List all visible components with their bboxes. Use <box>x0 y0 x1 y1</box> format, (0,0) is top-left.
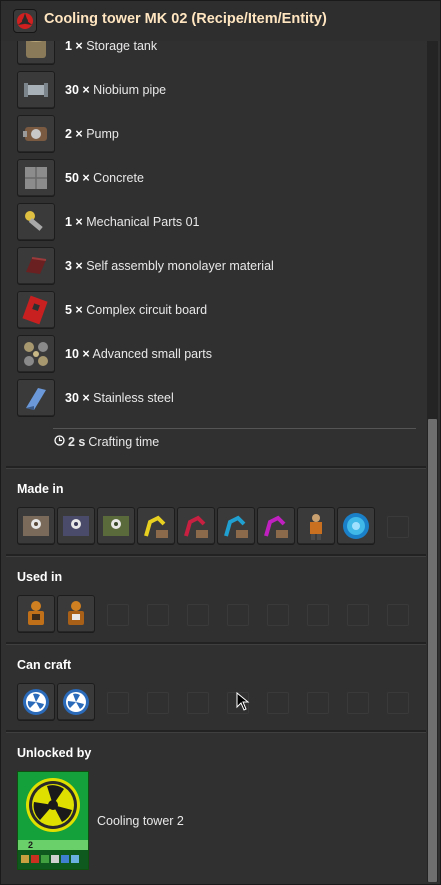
ingredient-row[interactable]: 10 × Advanced small parts <box>17 335 417 375</box>
empty-slot <box>347 604 369 626</box>
robot-arm-purple-icon[interactable] <box>257 507 295 545</box>
can-craft-title: Can craft <box>17 658 72 672</box>
recipe-window: Cooling tower MK 02 (Recipe/Item/Entity)… <box>0 0 441 885</box>
section-divider <box>6 730 426 733</box>
ingredient-row[interactable]: 3 × Self assembly monolayer material <box>17 247 417 287</box>
title-bar[interactable]: Cooling tower MK 02 (Recipe/Item/Entity) <box>1 1 440 41</box>
small-parts-icon <box>17 335 55 373</box>
separator <box>53 428 416 429</box>
empty-slot <box>267 692 289 714</box>
ingredient-count: 3 × <box>65 259 83 273</box>
cooling-fan-technology-icon <box>18 772 88 869</box>
ingredient-name: Self assembly monolayer material <box>86 259 274 273</box>
mechanical-parts-icon <box>17 203 55 241</box>
cooling-tower-icon <box>13 9 37 33</box>
ingredient-count: 1 × <box>65 215 83 229</box>
empty-slot <box>267 604 289 626</box>
ingredient-name: Concrete <box>93 171 144 185</box>
empty-slot <box>387 516 409 538</box>
ingredient-row[interactable]: 1 × Storage tank <box>17 41 417 67</box>
ingredient-row[interactable]: 50 × Concrete <box>17 159 417 199</box>
fan-icon[interactable] <box>17 683 55 721</box>
circuit-board-icon <box>17 291 55 329</box>
empty-slot <box>347 692 369 714</box>
used-in-title: Used in <box>17 570 63 584</box>
ingredient-count: 5 × <box>65 303 83 317</box>
empty-slot <box>147 692 169 714</box>
technology-level: 2 <box>28 840 34 850</box>
ingredient-name: Mechanical Parts 01 <box>86 215 200 229</box>
unlocked-by-title: Unlocked by <box>17 746 92 760</box>
empty-slot <box>147 604 169 626</box>
ingredient-row[interactable]: 30 × Niobium pipe <box>17 71 417 111</box>
ingredient-name: Stainless steel <box>93 391 174 405</box>
assembler-1-icon[interactable] <box>17 507 55 545</box>
clock-icon <box>54 435 65 449</box>
empty-slot <box>387 692 409 714</box>
crafting-time-value: 2 s <box>68 435 86 449</box>
pump-icon <box>17 115 55 153</box>
ingredient-name: Storage tank <box>86 41 158 53</box>
robot-arm-yellow-icon[interactable] <box>137 507 175 545</box>
empty-slot <box>387 604 409 626</box>
scrollbar-thumb[interactable] <box>428 419 437 882</box>
stainless-steel-icon <box>17 379 55 417</box>
niobium-pipe-icon <box>17 71 55 109</box>
ingredient-count: 1 × <box>65 41 83 53</box>
ingredient-row[interactable]: 1 × Mechanical Parts 01 <box>17 203 417 243</box>
concrete-icon <box>17 159 55 197</box>
empty-slot <box>307 692 329 714</box>
ingredient-name: Niobium pipe <box>93 83 167 97</box>
ingredient-count: 10 × <box>65 347 90 361</box>
assembler-2-icon[interactable] <box>57 507 95 545</box>
empty-slot <box>187 692 209 714</box>
section-divider <box>6 554 426 557</box>
robot-arm-red-icon[interactable] <box>177 507 215 545</box>
crafting-time-label: Crafting time <box>88 435 160 449</box>
armor-suit-2-icon[interactable] <box>57 595 95 633</box>
character-icon[interactable] <box>297 507 335 545</box>
storage-tank-icon <box>17 41 55 65</box>
armor-suit-icon[interactable] <box>17 595 55 633</box>
assembler-3-icon[interactable] <box>97 507 135 545</box>
robot-arm-blue-icon[interactable] <box>217 507 255 545</box>
mouse-cursor-icon <box>236 692 250 711</box>
empty-slot <box>307 604 329 626</box>
window-title: Cooling tower MK 02 (Recipe/Item/Entity) <box>44 11 327 27</box>
fan-icon[interactable] <box>57 683 95 721</box>
ingredient-name: Advanced small parts <box>92 347 212 361</box>
ingredient-row[interactable]: 5 × Complex circuit board <box>17 291 417 331</box>
ingredient-count: 30 × <box>65 391 90 405</box>
empty-slot <box>107 692 129 714</box>
ingredient-name: Pump <box>86 127 119 141</box>
ingredient-row[interactable]: 2 × Pump <box>17 115 417 155</box>
empty-slot <box>227 604 249 626</box>
technology-name: Cooling tower 2 <box>97 814 184 828</box>
portal-icon[interactable] <box>337 507 375 545</box>
made-in-title: Made in <box>17 482 64 496</box>
empty-slot <box>107 604 129 626</box>
ingredient-name: Complex circuit board <box>86 303 208 317</box>
empty-slot <box>187 604 209 626</box>
ingredient-count: 30 × <box>65 83 90 97</box>
ingredient-count: 2 × <box>65 127 83 141</box>
ingredient-row[interactable]: 30 × Stainless steel <box>17 379 417 419</box>
section-divider <box>6 642 426 645</box>
ingredient-count: 50 × <box>65 171 90 185</box>
technology-tile[interactable]: 2 <box>17 771 89 870</box>
recipe-content: 1 × Storage tank 30 × Niobium pipe 2 × P… <box>6 41 426 882</box>
section-divider <box>6 466 426 469</box>
crafting-time: 2 s Crafting time <box>54 435 159 449</box>
monolayer-material-icon <box>17 247 55 285</box>
